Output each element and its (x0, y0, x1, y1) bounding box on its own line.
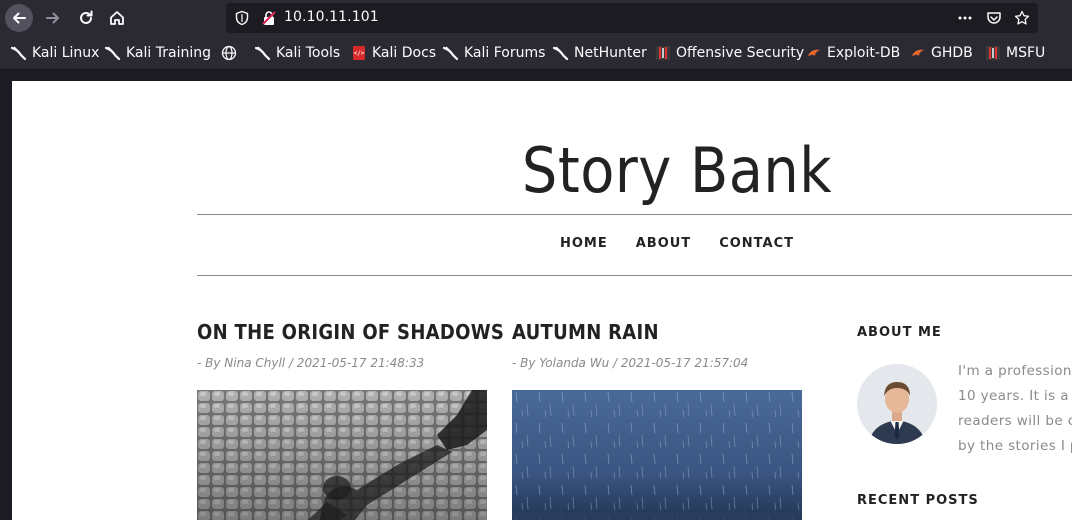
arrow-right-icon (46, 12, 59, 24)
shield-icon[interactable] (234, 10, 250, 26)
exploitdb-icon (910, 45, 926, 61)
post-title[interactable]: AUTUMN RAIN (512, 320, 659, 344)
post-meta: - By Nina Chyll / 2021-05-17 21:48:33 (197, 356, 425, 370)
bookmark-exploit-db[interactable]: Exploit-DB (806, 44, 900, 62)
nav-divider (197, 275, 1072, 276)
bookmarks-bar: Kali Linux Kali Training Kali Tools </> … (0, 36, 1072, 70)
back-button[interactable] (5, 4, 33, 32)
kali-dragon-icon (443, 45, 459, 61)
recent-posts-heading: RECENT POSTS (857, 493, 979, 508)
bookmark-globe[interactable] (221, 44, 237, 62)
kali-dragon-icon (553, 45, 569, 61)
bookmark-kali-training[interactable]: Kali Training (105, 44, 211, 62)
home-icon (110, 11, 124, 25)
offsec-icon (655, 45, 671, 61)
url-text[interactable]: 10.10.11.101 (284, 9, 379, 25)
exploitdb-icon (806, 45, 822, 61)
about-me-heading: ABOUT ME (857, 325, 942, 340)
kali-dragon-icon (11, 45, 27, 61)
star-icon[interactable] (1014, 10, 1030, 26)
bookmark-kali-forums[interactable]: Kali Forums (443, 44, 545, 62)
arrow-left-icon (13, 12, 26, 24)
reload-icon (80, 10, 93, 24)
svg-text:</>: </> (354, 50, 365, 57)
bookmark-kali-tools[interactable]: Kali Tools (255, 44, 340, 62)
reload-button[interactable] (72, 4, 100, 32)
pocket-icon[interactable] (986, 10, 1002, 26)
bookmark-kali-linux[interactable]: Kali Linux (11, 44, 99, 62)
bookmark-nethunter[interactable]: NetHunter (553, 44, 647, 62)
author-avatar (857, 364, 937, 444)
nav-about[interactable]: ABOUT (636, 236, 691, 251)
header-divider (197, 214, 1072, 215)
post-title[interactable]: ON THE ORIGIN OF SHADOWS (197, 320, 504, 344)
post-image-shadows[interactable] (197, 390, 487, 520)
bookmark-offensive-security[interactable]: Offensive Security (655, 44, 804, 62)
insecure-lock-icon[interactable] (261, 10, 277, 26)
url-bar[interactable]: 10.10.11.101 (226, 3, 1038, 33)
home-button[interactable] (103, 4, 131, 32)
site-title[interactable]: Story Bank (197, 133, 1072, 209)
main-nav: HOME ABOUT CONTACT (197, 236, 1072, 251)
globe-icon (221, 45, 237, 61)
nav-home[interactable]: HOME (560, 236, 608, 251)
web-page: Story Bank HOME ABOUT CONTACT ON THE ORI… (12, 81, 1072, 520)
more-actions-icon[interactable] (957, 10, 973, 26)
kali-dragon-icon (255, 45, 271, 61)
bookmark-msfu[interactable]: MSFU (985, 44, 1045, 62)
browser-toolbar: 10.10.11.101 (0, 0, 1072, 36)
post-meta: - By Yolanda Wu / 2021-05-17 21:57:04 (512, 356, 749, 370)
forward-button[interactable] (39, 4, 67, 32)
kali-dragon-icon (105, 45, 121, 61)
about-me-text: I'm a profession 10 years. It is a reade… (958, 363, 1072, 454)
nav-contact[interactable]: CONTACT (719, 236, 794, 251)
bookmark-kali-docs[interactable]: </> Kali Docs (351, 44, 436, 62)
kali-docs-icon: </> (351, 45, 367, 61)
bookmark-ghdb[interactable]: GHDB (910, 44, 973, 62)
offsec-icon (985, 45, 1001, 61)
post-image-rain[interactable] (512, 390, 802, 520)
